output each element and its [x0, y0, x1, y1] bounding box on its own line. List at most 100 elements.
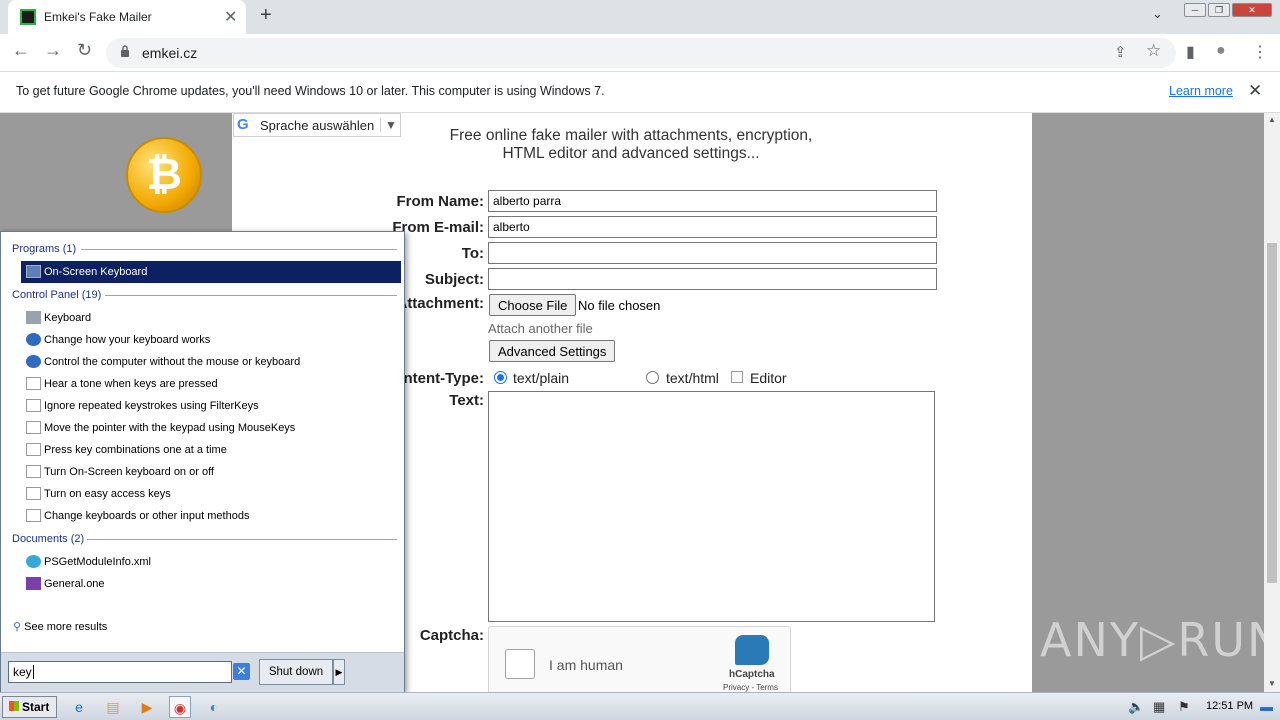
document-icon: [26, 443, 41, 456]
bitcoin-icon[interactable]: ₿: [126, 137, 202, 213]
result-on-screen-keyboard[interactable]: On-Screen Keyboard: [21, 261, 401, 283]
result-keyboard[interactable]: Keyboard: [21, 307, 401, 329]
network-icon[interactable]: ▦: [1153, 699, 1165, 715]
edge-icon[interactable]: ◐: [203, 696, 225, 718]
result-hear-tone[interactable]: Hear a tone when keys are pressed: [21, 373, 401, 395]
browser-tab[interactable]: Emkei's Fake Mailer ✕: [8, 0, 246, 34]
from-name-label: From Name:: [396, 193, 484, 210]
result-turn-osk[interactable]: Turn On-Screen keyboard on or off: [21, 461, 401, 483]
restore-button[interactable]: ❐: [1208, 3, 1230, 17]
scroll-down-icon[interactable]: ▼: [1268, 679, 1276, 688]
captcha-privacy-links[interactable]: Privacy - Terms: [723, 683, 778, 692]
result-label: Ignore repeated keystrokes using FilterK…: [44, 400, 259, 412]
advanced-settings-button[interactable]: Advanced Settings: [489, 340, 616, 362]
result-label: Change keyboards or other input methods: [44, 510, 250, 522]
page-scrollbar[interactable]: ▲ ▼: [1264, 113, 1280, 692]
chrome-icon[interactable]: ◉: [169, 696, 191, 718]
see-more-results-link[interactable]: ⚲ See more results: [13, 620, 107, 633]
site-favicon-icon: [20, 9, 36, 25]
divider: [87, 539, 397, 540]
start-search-input[interactable]: key: [8, 661, 232, 683]
bitcoin-symbol: ₿: [146, 149, 182, 200]
from-email-input[interactable]: alberto: [488, 216, 937, 238]
result-access-keys[interactable]: Turn on easy access keys: [21, 483, 401, 505]
infobar-message: To get future Google Chrome updates, you…: [16, 84, 605, 98]
reload-button[interactable]: ↻: [77, 40, 92, 61]
shut-down-button[interactable]: Shut down: [259, 659, 333, 685]
captcha-checkbox[interactable]: [505, 649, 535, 679]
start-button[interactable]: Start: [2, 696, 57, 718]
divider: [105, 295, 397, 296]
close-window-button[interactable]: ✕: [1232, 3, 1272, 17]
clear-search-icon[interactable]: ✕: [233, 663, 250, 680]
lock-icon[interactable]: [120, 45, 130, 57]
document-icon: [26, 465, 41, 478]
new-tab-button[interactable]: +: [260, 4, 272, 27]
editor-checkbox[interactable]: [731, 371, 743, 383]
text-plain-radio[interactable]: [494, 371, 507, 384]
dropdown-arrow-icon: ▼: [380, 118, 397, 132]
internet-explorer-icon[interactable]: e: [68, 696, 90, 718]
divider: [81, 249, 397, 250]
subject-input[interactable]: [488, 268, 937, 290]
document-icon: [26, 421, 41, 434]
file-explorer-icon[interactable]: ▤: [102, 696, 124, 718]
document-icon: [26, 377, 41, 390]
learn-more-link[interactable]: Learn more: [1169, 84, 1233, 98]
keyboard-icon: [26, 311, 41, 324]
result-psgetmoduleinfo[interactable]: PSGetModuleInfo.xml: [21, 551, 401, 573]
url-text[interactable]: emkei.cz: [142, 45, 197, 61]
from-name-input[interactable]: alberto parra: [488, 190, 937, 212]
document-icon: [26, 487, 41, 500]
search-value: key: [13, 665, 32, 679]
ease-of-access-icon: [26, 333, 41, 346]
minimize-button[interactable]: ─: [1184, 3, 1206, 17]
address-bar[interactable]: emkei.cz ⇪ ☆: [106, 38, 1176, 68]
update-infobar: To get future Google Chrome updates, you…: [0, 72, 1280, 113]
result-label: PSGetModuleInfo.xml: [44, 556, 151, 568]
text-caret: [32, 665, 34, 679]
system-clock[interactable]: 12:51 PM: [1206, 700, 1253, 712]
scroll-up-icon[interactable]: ▲: [1268, 115, 1276, 124]
onenote-file-icon: [26, 577, 41, 590]
result-label: Move the pointer with the keypad using M…: [44, 422, 296, 434]
result-control-without-mouse[interactable]: Control the computer without the mouse o…: [21, 351, 401, 373]
media-player-icon[interactable]: ▶: [136, 696, 158, 718]
google-translate-select[interactable]: G Sprache auswählen ▼: [233, 113, 401, 137]
choose-file-button[interactable]: Choose File: [489, 294, 577, 316]
result-filterkeys[interactable]: Ignore repeated keystrokes using FilterK…: [21, 395, 401, 417]
menu-icon[interactable]: ⋮: [1252, 42, 1268, 62]
action-center-flag-icon[interactable]: ⚑: [1178, 699, 1190, 715]
side-panel-icon[interactable]: ▮: [1186, 42, 1195, 62]
text-html-radio[interactable]: [646, 371, 659, 384]
ease-of-access-icon: [26, 355, 41, 368]
to-input[interactable]: [488, 242, 937, 264]
headline-line-2: HTML editor and advanced settings...: [502, 145, 760, 162]
back-button[interactable]: ←: [12, 40, 30, 61]
shutdown-options-arrow-icon[interactable]: ▶: [333, 659, 345, 685]
show-desktop-icon[interactable]: ▬: [1260, 699, 1273, 714]
tab-search-button[interactable]: ⌄: [1152, 6, 1163, 22]
see-more-label: See more results: [24, 621, 108, 633]
forward-button[interactable]: →: [44, 40, 62, 61]
tab-close-icon[interactable]: ✕: [224, 7, 237, 27]
share-icon[interactable]: ⇪: [1114, 43, 1127, 61]
message-textarea[interactable]: [488, 391, 935, 622]
result-input-methods[interactable]: Change keyboards or other input methods: [21, 505, 401, 527]
volume-icon[interactable]: 🔈: [1128, 699, 1144, 715]
result-key-combinations[interactable]: Press key combinations one at a time: [21, 439, 401, 461]
infobar-close-icon[interactable]: ✕: [1248, 81, 1262, 101]
bookmark-star-icon[interactable]: ☆: [1146, 41, 1161, 61]
scroll-thumb[interactable]: [1267, 243, 1277, 583]
result-general-one[interactable]: General.one: [21, 573, 401, 595]
captcha-text: I am human: [549, 657, 623, 673]
page-headline: Free online fake mailer with attachments…: [400, 127, 862, 163]
document-icon: [26, 399, 41, 412]
attach-another-link[interactable]: Attach another file: [488, 321, 593, 336]
result-mousekeys[interactable]: Move the pointer with the keypad using M…: [21, 417, 401, 439]
result-label: Hear a tone when keys are pressed: [44, 378, 218, 390]
profile-icon[interactable]: ●: [1216, 42, 1226, 60]
result-change-keyboard-works[interactable]: Change how your keyboard works: [21, 329, 401, 351]
anyrun-watermark: ANY▷RUN: [1040, 613, 1280, 667]
result-label: General.one: [44, 578, 105, 590]
